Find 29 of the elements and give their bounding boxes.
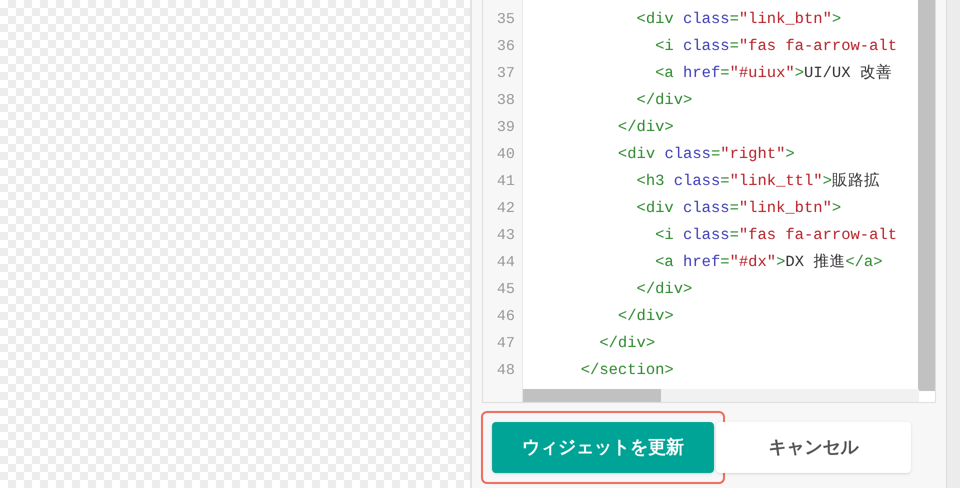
line-number: 39 [496,118,516,138]
line-number: 44 [496,253,516,273]
line-number: 35 [496,10,516,30]
code-line: <div class="link_btn"> [636,198,842,219]
line-number: 46 [496,307,516,327]
line-number: 38 [496,91,516,111]
code-line: <a href="#dx">DX 推進</a> [654,252,884,273]
code-line: </div> [616,117,675,138]
code-line: </section> [580,360,675,381]
line-number: 47 [496,334,516,354]
line-number: 36 [496,37,516,57]
code-line: <i class="fas fa-arrow-alt [654,36,898,57]
line-number: 41 [496,172,516,192]
code-line: <h3 class="link_ttl">販路拡 [636,171,881,192]
line-number: 37 [496,64,516,84]
code-line: <div class="right"> [616,144,796,165]
cancel-button[interactable]: キャンセル [716,422,911,473]
code-line: </div> [636,90,694,111]
line-number: 43 [496,226,516,246]
code-line: </div> [616,306,675,327]
line-number: 48 [496,361,516,381]
line-number: 45 [496,280,516,300]
line-number: 40 [496,145,516,165]
code-line: <a href="#uiux">UI/UX 改善 [654,62,893,84]
code-line: <div class="link_btn"> [636,9,842,30]
line-number: 42 [496,199,516,219]
code-line: </div> [598,333,656,354]
code-line: <i class="fas fa-arrow-alt [654,225,898,246]
code-line: </div> [636,279,694,300]
